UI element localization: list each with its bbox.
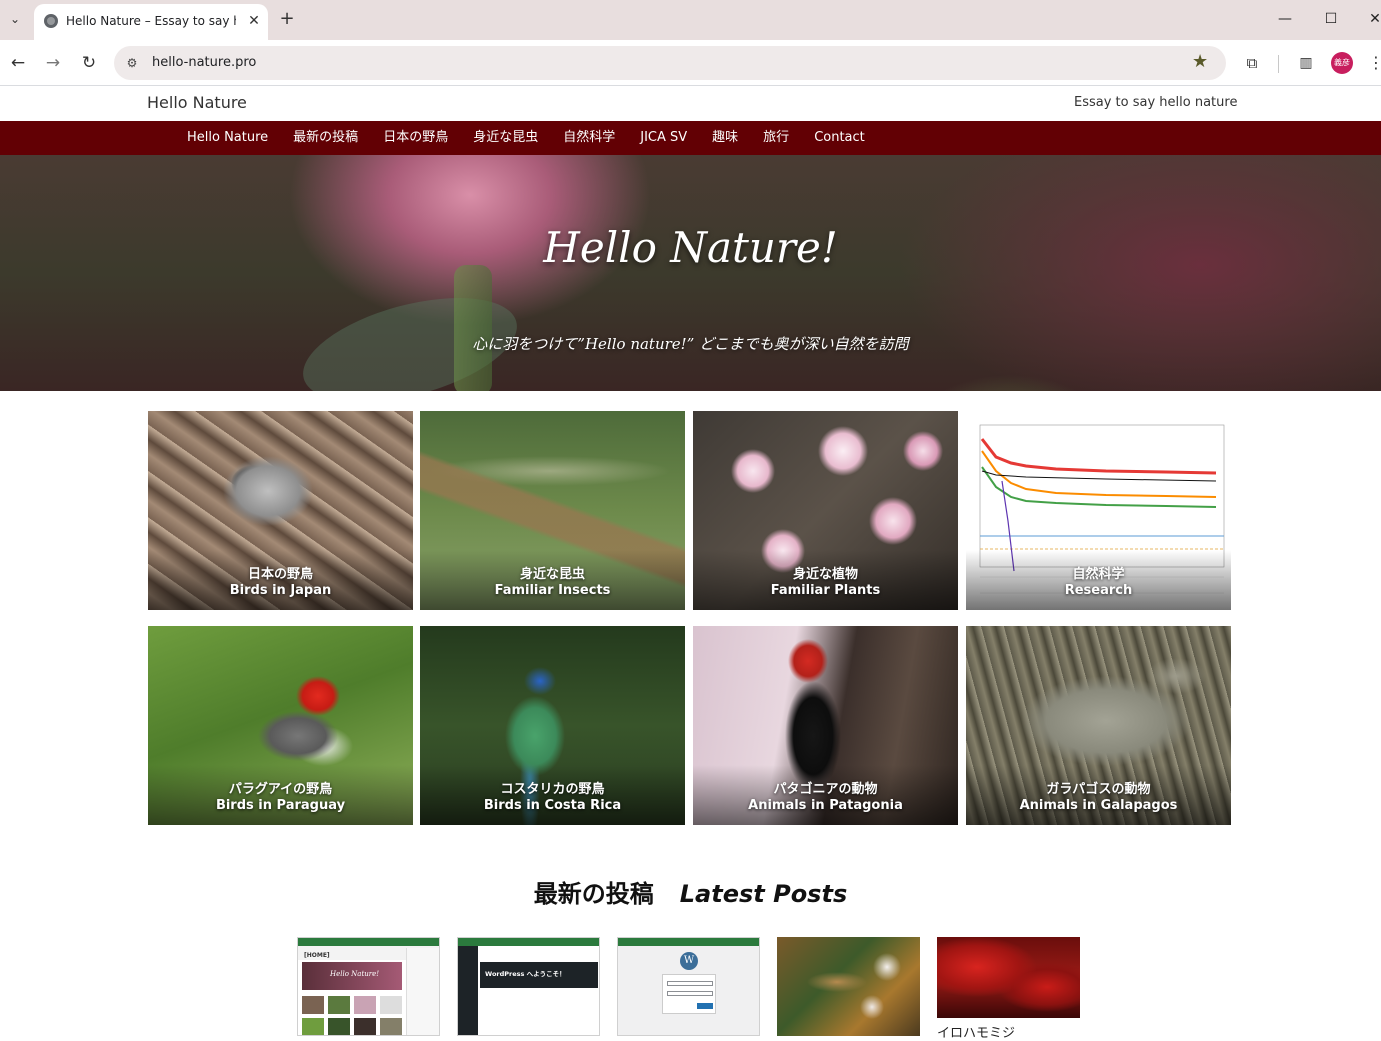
category-card-animals-patagonia[interactable]: パタゴニアの動物 Animals in Patagonia [693,626,958,825]
main-nav: Hello Nature 最新の投稿 日本の野鳥 身近な昆虫 自然科学 JICA… [0,121,1381,155]
latest-post-1[interactable]: [HOME] Hello Nature! [297,937,440,1036]
category-card-plants[interactable]: 身近な植物 Familiar Plants [693,411,958,610]
puzzle-icon[interactable]: ⧉ [1240,51,1264,75]
hero-title: Hello Nature! [543,223,838,272]
arrow-left-icon[interactable]: ← [6,51,30,75]
nav-item-science[interactable]: 自然科学 [563,121,615,155]
tab-title: Hello Nature – Essay to say hell [66,14,236,28]
post-thumbnail [777,937,920,1036]
category-title-jp: 日本の野鳥 [247,567,313,582]
latest-posts-heading-en: Latest Posts [679,880,848,908]
toolbar-divider [1278,55,1279,73]
post-thumbnail [937,937,1080,1018]
latest-post-5-title[interactable]: イロハモミジ [937,1022,1015,1041]
side-panel-icon[interactable]: ▥ [1294,51,1318,75]
star-icon[interactable]: ★ [1192,51,1208,72]
nav-item-travel[interactable]: 旅行 [763,121,789,155]
latest-post-4[interactable] [777,937,920,1036]
wordpress-icon: W [680,952,698,970]
tune-icon[interactable]: ⚙ [122,53,142,73]
address-bar[interactable]: ⚙ hello-nature.pro ★ [114,46,1226,80]
latest-posts-heading-jp: 最新の投稿 [533,880,654,908]
category-title-jp: パラグアイの野鳥 [228,782,333,797]
category-card-birds-costa-rica[interactable]: コスタリカの野鳥 Birds in Costa Rica [420,626,685,825]
browser-tab-bar: ⌄ Hello Nature – Essay to say hell ✕ + —… [0,0,1381,40]
site-tagline: Essay to say hello nature [1074,95,1238,110]
category-title-en: Birds in Paraguay [215,798,346,813]
category-title-jp: パタゴニアの動物 [773,782,878,797]
hero-banner: Hello Nature! 心に羽をつけて”Hello nature!” どこま… [0,155,1381,391]
reload-icon[interactable]: ↻ [77,51,101,75]
post-thumbnail: W [618,938,759,1035]
nav-item-birds-japan[interactable]: 日本の野鳥 [383,121,448,155]
category-title-jp: コスタリカの野鳥 [500,782,605,797]
category-title-jp: 身近な植物 [792,567,858,582]
category-title-jp: ガラパゴスの動物 [1046,782,1151,797]
category-title-en: Animals in Patagonia [748,798,903,813]
chevron-down-icon[interactable]: ⌄ [4,8,26,30]
nav-item-hello-nature[interactable]: Hello Nature [187,121,268,155]
category-grid: 日本の野鳥 Birds in Japan 身近な昆虫 Familiar Inse… [148,411,1231,825]
minimize-icon[interactable]: — [1271,6,1299,32]
globe-icon [44,14,58,28]
category-title-en: Animals in Galapagos [1019,798,1178,813]
nav-item-jica-sv[interactable]: JICA SV [640,121,687,155]
latest-post-5[interactable] [937,937,1080,1018]
maximize-icon[interactable]: ☐ [1317,6,1345,32]
hero-image-stem [454,265,492,391]
category-card-birds-japan[interactable]: 日本の野鳥 Birds in Japan [148,411,413,610]
site-title[interactable]: Hello Nature [147,93,247,112]
window-close-icon[interactable]: ✕ [1361,6,1381,32]
hero-subtitle: 心に羽をつけて”Hello nature!” どこまでも奥が深い自然を訪問 [472,335,909,353]
category-card-insects[interactable]: 身近な昆虫 Familiar Insects [420,411,685,610]
post-thumbnail: WordPress へようこそ！ [458,938,599,1035]
category-title-en: Birds in Costa Rica [483,798,622,813]
browser-tab[interactable]: Hello Nature – Essay to say hell ✕ [34,4,268,40]
category-title-jp: 自然科学 [1072,567,1125,582]
category-title-jp: 身近な昆虫 [519,567,585,582]
avatar[interactable]: 義彦 [1331,52,1353,74]
nav-item-insects[interactable]: 身近な昆虫 [473,121,538,155]
thumb-welcome-text: WordPress へようこそ！ [485,970,566,978]
thumb-home-label: [HOME] [304,952,330,959]
nav-item-contact[interactable]: Contact [814,121,865,155]
category-card-research[interactable]: 自然科学 Research [966,411,1231,610]
latest-post-3[interactable]: W [617,937,760,1036]
arrow-right-icon[interactable]: → [41,51,65,75]
latest-post-2[interactable]: WordPress へようこそ！ [457,937,600,1036]
plus-icon[interactable]: + [276,8,298,30]
url-text[interactable]: hello-nature.pro [152,55,256,70]
category-title-en: Research [1064,583,1133,598]
category-card-birds-paraguay[interactable]: パラグアイの野鳥 Birds in Paraguay [148,626,413,825]
category-title-en: Familiar Plants [770,583,881,598]
kebab-menu-icon[interactable]: ⋮ [1368,51,1381,75]
latest-posts-heading: 最新の投稿 Latest Posts [0,874,1381,909]
thumb-hero-text: Hello Nature! [330,970,380,978]
category-title-en: Birds in Japan [229,583,332,598]
category-title-en: Familiar Insects [494,583,611,598]
category-card-animals-galapagos[interactable]: ガラパゴスの動物 Animals in Galapagos [966,626,1231,825]
browser-toolbar: ← → ↻ ⚙ hello-nature.pro ★ ⧉ ▥ 義彦 ⋮ [0,40,1381,86]
nav-item-latest-posts[interactable]: 最新の投稿 [293,121,358,155]
post-thumbnail: [HOME] Hello Nature! [298,938,439,1035]
nav-item-hobby[interactable]: 趣味 [712,121,738,155]
close-icon[interactable]: ✕ [244,11,264,31]
